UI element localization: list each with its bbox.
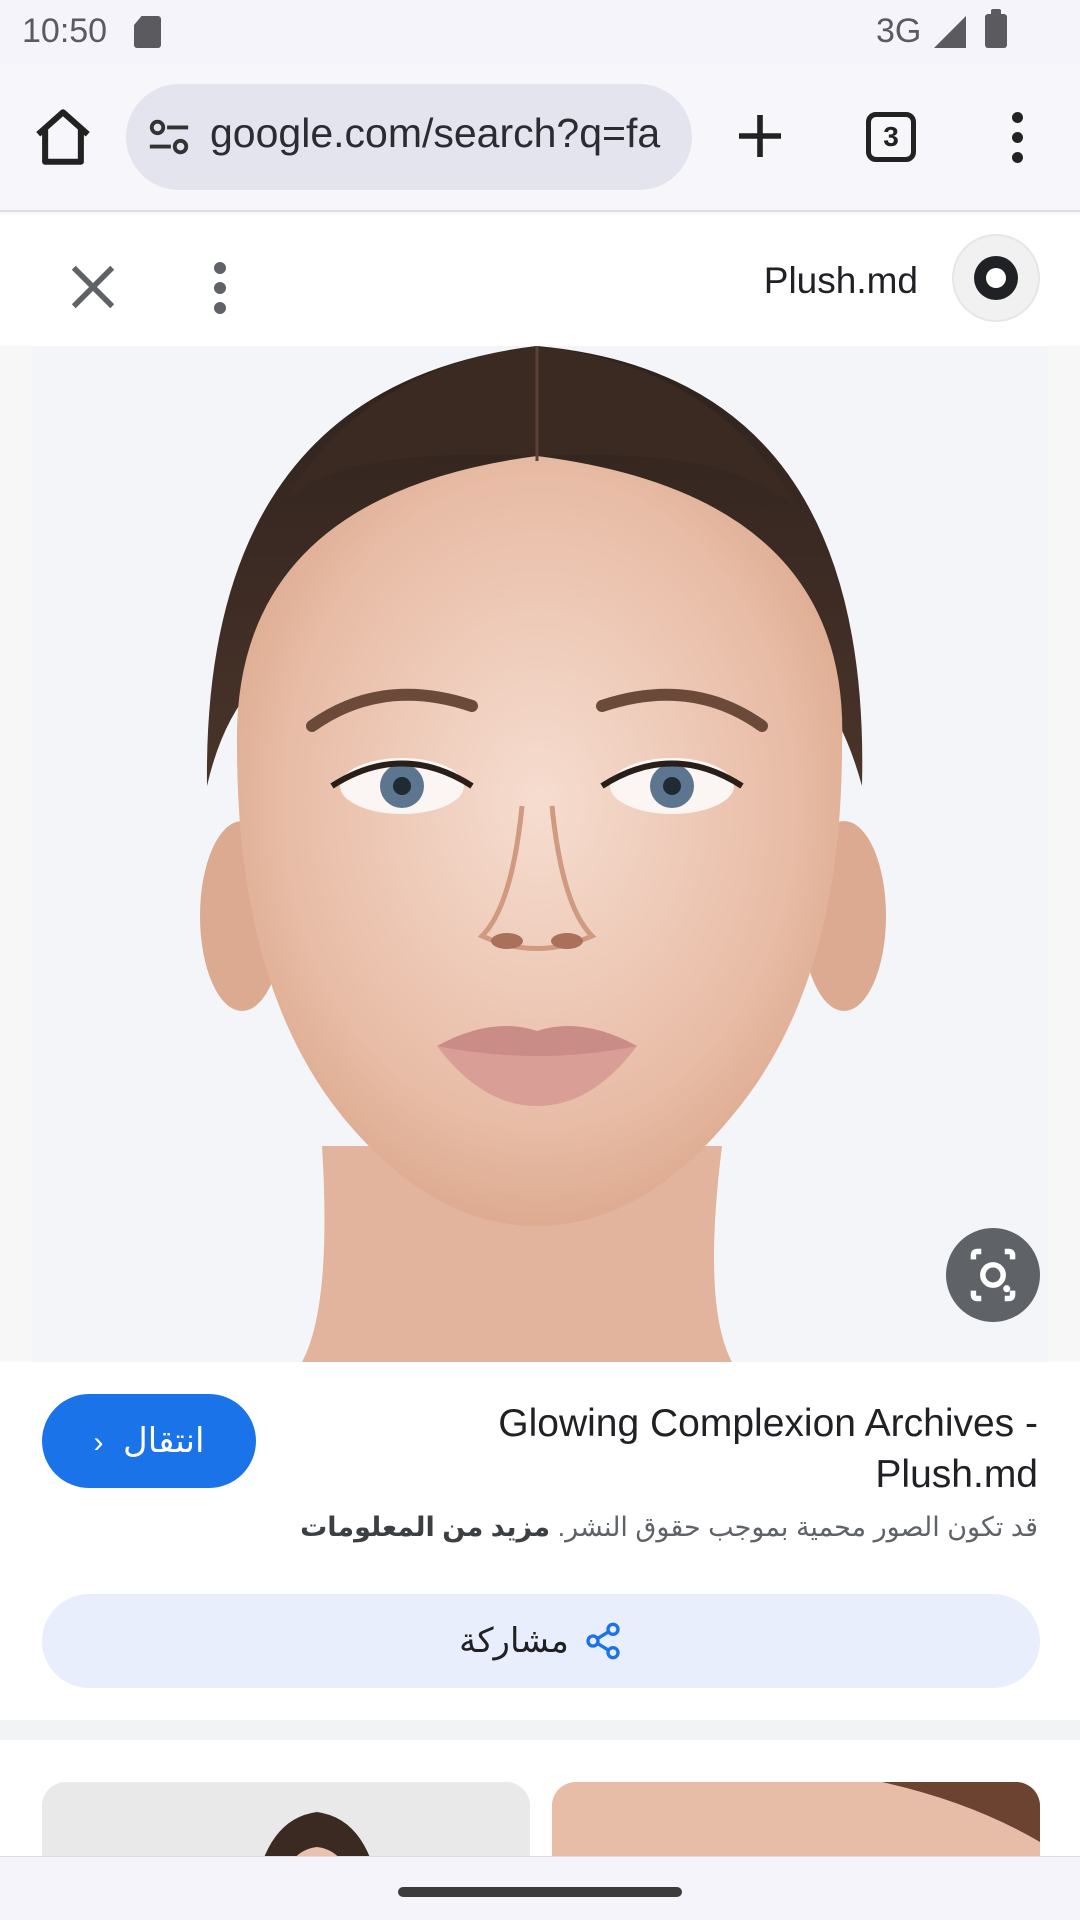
share-icon — [586, 1622, 620, 1660]
plus-icon — [739, 115, 781, 157]
share-button[interactable]: مشاركة — [42, 1594, 1040, 1688]
result-title[interactable]: Glowing Complexion Archives - Plush.md — [378, 1398, 1038, 1500]
status-time: 10:50 — [22, 12, 108, 50]
status-bar: 10:50 3G — [0, 0, 1080, 64]
copyright-text: قد تكون الصور محمية بموجب حقوق النشر. — [557, 1512, 1038, 1542]
signal-icon — [934, 16, 966, 48]
home-icon — [36, 109, 90, 165]
system-nav-bar — [0, 1856, 1080, 1920]
lens-icon — [970, 1248, 1016, 1302]
close-button[interactable] — [60, 254, 126, 320]
face-illustration — [32, 346, 1048, 1362]
more-vert-icon — [1012, 112, 1023, 123]
share-label: مشاركة — [459, 1622, 569, 1660]
result-info: انتقال ‹ Glowing Complexion Archives - P… — [0, 1362, 1080, 1720]
home-gesture-pill[interactable] — [398, 1887, 682, 1897]
address-bar[interactable]: google.com/search?q=fa — [126, 84, 692, 190]
image-area — [0, 346, 1080, 1362]
network-type: 3G — [876, 12, 922, 50]
home-button[interactable] — [30, 104, 96, 170]
new-tab-button[interactable] — [732, 108, 788, 164]
url-text[interactable]: google.com/search?q=fa — [210, 110, 670, 157]
result-image[interactable] — [32, 346, 1048, 1362]
sd-card-icon — [134, 16, 161, 48]
section-divider — [0, 1720, 1080, 1740]
close-icon — [71, 265, 115, 309]
battery-icon — [985, 9, 1007, 48]
browser-toolbar: google.com/search?q=fa 3 — [0, 64, 1080, 212]
image-viewer-header: Plush.md — [0, 214, 1080, 346]
chevron-left-icon: ‹ — [93, 1426, 104, 1459]
learn-more-link[interactable]: مزيد من المعلومات — [300, 1512, 550, 1542]
source-avatar-icon[interactable] — [952, 234, 1040, 322]
tabs-count: 3 — [883, 121, 899, 152]
browser-menu-button[interactable] — [1000, 108, 1036, 168]
viewer-more-button[interactable] — [200, 258, 240, 318]
copyright-notice: قد تكون الصور محمية بموجب حقوق النشر. مز… — [300, 1512, 1038, 1543]
source-name[interactable]: Plush.md — [764, 260, 918, 302]
visit-button[interactable]: انتقال ‹ — [42, 1394, 256, 1488]
site-settings-icon[interactable] — [146, 114, 192, 160]
more-vert-icon — [214, 262, 226, 274]
visit-label: انتقال — [123, 1422, 205, 1460]
tab-switcher-button[interactable]: 3 — [866, 112, 916, 162]
lens-search-button[interactable] — [946, 1228, 1040, 1322]
